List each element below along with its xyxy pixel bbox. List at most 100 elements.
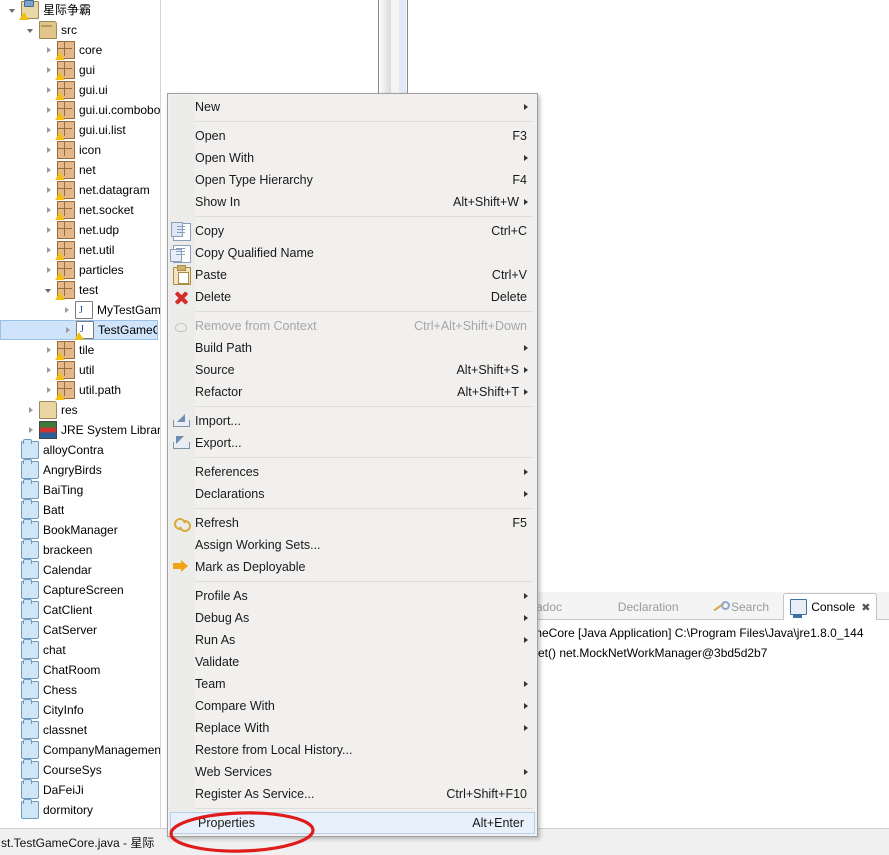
tree-expand-arrow-closed-icon[interactable] xyxy=(44,65,55,76)
tree-row[interactable]: gui xyxy=(0,60,160,80)
menu-item-properties[interactable]: PropertiesAlt+Enter xyxy=(170,812,535,834)
tree-expand-arrow-closed-icon[interactable] xyxy=(62,305,73,316)
menu-item-compare-with[interactable]: Compare With xyxy=(168,695,537,717)
tree-expand-arrow-closed-icon[interactable] xyxy=(44,165,55,176)
tree-expand-arrow-open-icon[interactable] xyxy=(26,25,37,36)
menu-item-debug-as[interactable]: Debug As xyxy=(168,607,537,629)
tree-row[interactable]: 星际争霸 xyxy=(0,0,160,20)
tree-expand-arrow-closed-icon[interactable] xyxy=(26,405,37,416)
tree-row[interactable]: net.util xyxy=(0,240,160,260)
console-output[interactable]: meCore [Java Application] C:\Program Fil… xyxy=(530,620,889,663)
package-explorer[interactable]: 星际争霸srccoreguigui.uigui.ui.comboboxgui.u… xyxy=(0,0,161,829)
menu-item-replace-with[interactable]: Replace With xyxy=(168,717,537,739)
tree-row[interactable]: CaptureScreen xyxy=(0,580,160,600)
tree-row[interactable]: CatServer xyxy=(0,620,160,640)
menu-item-restore-from-local-history[interactable]: Restore from Local History... xyxy=(168,739,537,761)
menu-item-build-path[interactable]: Build Path xyxy=(168,337,537,359)
menu-item-run-as[interactable]: Run As xyxy=(168,629,537,651)
menu-item-refresh[interactable]: RefreshF5 xyxy=(168,512,537,534)
tree-expand-arrow-open-icon[interactable] xyxy=(44,285,55,296)
menu-item-declarations[interactable]: Declarations xyxy=(168,483,537,505)
tree-row[interactable]: res xyxy=(0,400,160,420)
tree-expand-arrow-closed-icon[interactable] xyxy=(44,245,55,256)
tree-expand-arrow-closed-icon[interactable] xyxy=(44,345,55,356)
tree-row[interactable]: icon xyxy=(0,140,160,160)
tree-row[interactable]: util xyxy=(0,360,160,380)
menu-item-references[interactable]: References xyxy=(168,461,537,483)
tree-row[interactable]: gui.ui.list xyxy=(0,120,160,140)
tree-row[interactable]: net.udp xyxy=(0,220,160,240)
console-tab-declaration[interactable]: Declaration xyxy=(593,594,685,619)
menu-item-new[interactable]: New xyxy=(168,96,537,118)
menu-item-export[interactable]: Export... xyxy=(168,432,537,454)
tree-row[interactable]: dormitory xyxy=(0,800,160,820)
tree-row[interactable]: tile xyxy=(0,340,160,360)
tree-row[interactable]: ChatRoom xyxy=(0,660,160,680)
tree-expand-arrow-closed-icon[interactable] xyxy=(44,365,55,376)
console-tab-search[interactable]: Search xyxy=(706,594,775,619)
tree-row[interactable]: CatClient xyxy=(0,600,160,620)
close-icon[interactable]: ✖ xyxy=(861,601,870,614)
tree-expand-arrow-closed-icon[interactable] xyxy=(44,125,55,136)
tree-expand-arrow-open-icon[interactable] xyxy=(8,5,19,16)
tree-expand-arrow-closed-icon[interactable] xyxy=(44,105,55,116)
menu-item-web-services[interactable]: Web Services xyxy=(168,761,537,783)
tree-row[interactable]: net xyxy=(0,160,160,180)
menu-item-register-as-service[interactable]: Register As Service...Ctrl+Shift+F10 xyxy=(168,783,537,805)
tree-row[interactable]: src xyxy=(0,20,160,40)
menu-item-profile-as[interactable]: Profile As xyxy=(168,585,537,607)
menu-item-delete[interactable]: DeleteDelete xyxy=(168,286,537,308)
tree-row[interactable]: particles xyxy=(0,260,160,280)
tree-expand-arrow-closed-icon[interactable] xyxy=(44,85,55,96)
tree-row[interactable]: alloyContra xyxy=(0,440,160,460)
tree-row[interactable]: test xyxy=(0,280,160,300)
menu-item-assign-working-sets[interactable]: Assign Working Sets... xyxy=(168,534,537,556)
tree-row[interactable]: chat xyxy=(0,640,160,660)
tree-row[interactable]: Batt xyxy=(0,500,160,520)
tree-row[interactable]: CompanyManagement xyxy=(0,740,160,760)
tree-expand-arrow-closed-icon[interactable] xyxy=(44,145,55,156)
tree-row[interactable]: Calendar xyxy=(0,560,160,580)
menu-item-open-type-hierarchy[interactable]: Open Type HierarchyF4 xyxy=(168,169,537,191)
tree-expand-arrow-closed-icon[interactable] xyxy=(44,225,55,236)
console-tab-bar[interactable]: adocDeclarationSearchConsole✖Progre xyxy=(530,592,889,620)
menu-item-open[interactable]: OpenF3 xyxy=(168,125,537,147)
tree-expand-arrow-closed-icon[interactable] xyxy=(44,385,55,396)
tree-row[interactable]: classnet xyxy=(0,720,160,740)
menu-item-copy[interactable]: CopyCtrl+C xyxy=(168,220,537,242)
tree-row[interactable]: core xyxy=(0,40,160,60)
context-menu[interactable]: NewOpenF3Open WithOpen Type HierarchyF4S… xyxy=(167,93,538,837)
tree-row[interactable]: net.datagram xyxy=(0,180,160,200)
tree-row[interactable]: BookManager xyxy=(0,520,160,540)
tree-row[interactable]: net.socket xyxy=(0,200,160,220)
tree-row-selected[interactable]: TestGameCore.java xyxy=(0,320,158,340)
tree-row[interactable]: BaiTing xyxy=(0,480,160,500)
tree-row[interactable]: JRE System Library [jre1.8.0_144] xyxy=(0,420,160,440)
menu-item-show-in[interactable]: Show InAlt+Shift+W xyxy=(168,191,537,213)
menu-item-mark-as-deployable[interactable]: Mark as Deployable xyxy=(168,556,537,578)
menu-item-paste[interactable]: PasteCtrl+V xyxy=(168,264,537,286)
tree-row[interactable]: CourseSys xyxy=(0,760,160,780)
tree-expand-arrow-closed-icon[interactable] xyxy=(63,325,74,336)
menu-item-open-with[interactable]: Open With xyxy=(168,147,537,169)
menu-item-validate[interactable]: Validate xyxy=(168,651,537,673)
tree-row[interactable]: brackeen xyxy=(0,540,160,560)
menu-item-copy-qualified-name[interactable]: Copy Qualified Name xyxy=(168,242,537,264)
tree-expand-arrow-closed-icon[interactable] xyxy=(26,425,37,436)
tree-row[interactable]: Chess xyxy=(0,680,160,700)
tree-row[interactable]: gui.ui.combobox xyxy=(0,100,160,120)
console-tab-console[interactable]: Console✖ xyxy=(783,593,877,620)
console-tab-progre[interactable]: Progre xyxy=(884,594,889,619)
tree-row[interactable]: CityInfo xyxy=(0,700,160,720)
tree-row[interactable]: DaFeiJi xyxy=(0,780,160,800)
menu-item-refactor[interactable]: RefactorAlt+Shift+T xyxy=(168,381,537,403)
tree-row[interactable]: MyTestGame.java xyxy=(0,300,160,320)
tree-expand-arrow-closed-icon[interactable] xyxy=(44,265,55,276)
tree-row[interactable]: gui.ui xyxy=(0,80,160,100)
tree-expand-arrow-closed-icon[interactable] xyxy=(44,185,55,196)
tree-row[interactable]: AngryBirds xyxy=(0,460,160,480)
tree-expand-arrow-closed-icon[interactable] xyxy=(44,45,55,56)
tree-expand-arrow-closed-icon[interactable] xyxy=(44,205,55,216)
menu-item-source[interactable]: SourceAlt+Shift+S xyxy=(168,359,537,381)
menu-item-team[interactable]: Team xyxy=(168,673,537,695)
